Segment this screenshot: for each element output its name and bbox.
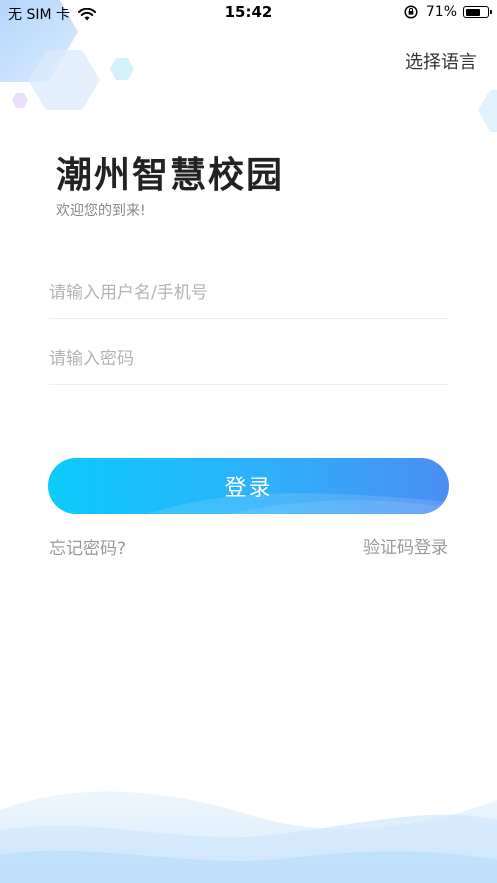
login-button-label: 登录 <box>224 476 273 501</box>
status-bar: 无 SIM 卡 15:42 71% <box>0 0 497 26</box>
hexagon-shape <box>12 93 28 108</box>
welcome-subtitle: 欢迎您的到来! <box>56 203 146 219</box>
login-button[interactable]: 登录 <box>48 458 449 514</box>
wave-shape <box>0 791 497 883</box>
hexagon-shape <box>110 58 134 80</box>
battery-fill <box>465 8 480 16</box>
hexagon-shape <box>28 50 100 110</box>
rotation-lock-icon <box>404 5 418 19</box>
battery-nub <box>490 10 492 14</box>
wave-shape <box>0 814 497 883</box>
username-input[interactable] <box>49 268 448 319</box>
sms-login-link[interactable]: 验证码登录 <box>363 533 448 558</box>
wave-shape <box>0 850 497 883</box>
battery-percent: 71% <box>425 4 457 20</box>
hexagon-shape <box>478 90 497 132</box>
background-decoration <box>0 0 497 883</box>
app-title: 潮州智慧校园 <box>56 155 285 196</box>
status-right: 71% <box>404 4 492 20</box>
forgot-password-link[interactable]: 忘记密码? <box>49 534 126 559</box>
select-language-link[interactable]: 选择语言 <box>405 48 477 74</box>
password-input[interactable] <box>49 334 448 385</box>
battery-icon <box>463 6 492 18</box>
